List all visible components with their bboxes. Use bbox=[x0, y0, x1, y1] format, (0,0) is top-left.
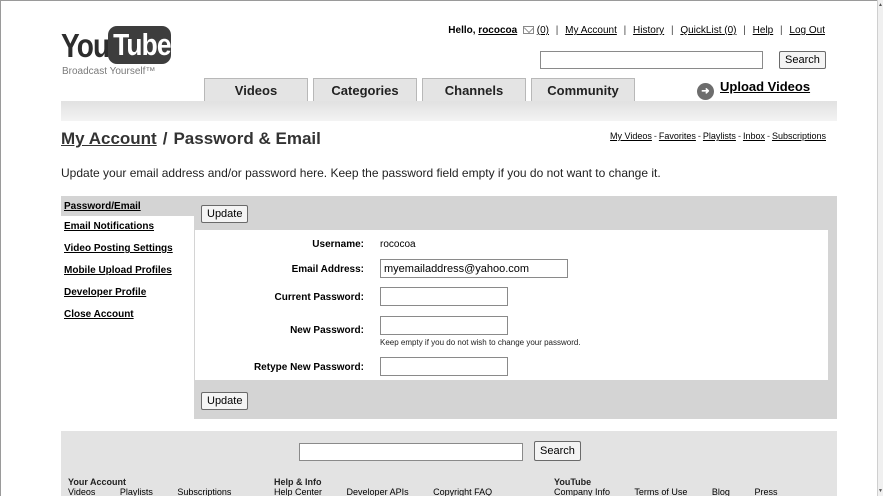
new-password-hint: Keep empty if you do not wish to change … bbox=[380, 338, 581, 347]
separator: - bbox=[653, 131, 657, 141]
separator: | bbox=[670, 25, 674, 36]
footer-search-input[interactable] bbox=[299, 443, 523, 461]
youtube-logo[interactable]: You Tube Broadcast Yourself™ bbox=[61, 23, 181, 83]
my-account-link[interactable]: My Account bbox=[565, 25, 617, 36]
user-nav: Hello, rococoa (0) | My Account | Histor… bbox=[448, 25, 825, 36]
footer-link-company-info[interactable]: Company Info bbox=[554, 487, 610, 496]
quicklist-count: (0) bbox=[724, 25, 737, 36]
username-value: rococoa bbox=[380, 239, 416, 250]
upload-videos-label: Upload Videos bbox=[720, 79, 811, 94]
vertical-scrollbar[interactable]: ▲ ▼ bbox=[877, 0, 883, 496]
tab-community[interactable]: Community bbox=[531, 78, 635, 101]
inbox-count-link[interactable]: (0) bbox=[537, 25, 549, 36]
email-field[interactable] bbox=[380, 259, 568, 278]
page-heading: Password & Email bbox=[173, 129, 321, 148]
update-button-top[interactable]: Update bbox=[201, 205, 249, 223]
password-email-panel: Update Username: rococoa Email Address: … bbox=[194, 196, 837, 419]
username-label: Username: bbox=[312, 239, 364, 250]
update-button-bottom[interactable]: Update bbox=[201, 392, 249, 410]
sidebar-item-password-email[interactable]: Password/Email bbox=[61, 196, 194, 216]
quick-link-inbox[interactable]: Inbox bbox=[743, 131, 765, 141]
intro-text: Update your email address and/or passwor… bbox=[61, 166, 661, 180]
footer-column-help-info: Help & Info Help Center Developer APIs C… bbox=[274, 477, 514, 496]
footer-column-your-account: Your Account Videos Playlists Subscripti… bbox=[68, 477, 253, 496]
footer-link-terms-of-use[interactable]: Terms of Use bbox=[634, 487, 687, 496]
new-password-label: New Password: bbox=[290, 325, 364, 336]
footer-heading: Your Account bbox=[68, 477, 126, 487]
footer-link-copyright-faq[interactable]: Copyright FAQ bbox=[433, 487, 492, 496]
sidebar-item-mobile-upload-profiles[interactable]: Mobile Upload Profiles bbox=[61, 260, 194, 282]
history-link[interactable]: History bbox=[633, 25, 664, 36]
logo-tagline: Broadcast Yourself™ bbox=[62, 66, 156, 77]
retype-password-label: Retype New Password: bbox=[253, 362, 364, 373]
separator: - bbox=[766, 131, 770, 141]
header-search-input[interactable] bbox=[540, 51, 763, 69]
current-password-label: Current Password: bbox=[274, 292, 364, 303]
tab-channels[interactable]: Channels bbox=[422, 78, 526, 101]
quick-link-playlists[interactable]: Playlists bbox=[703, 131, 736, 141]
separator: | bbox=[623, 25, 627, 36]
upload-arrow-icon: ➜ bbox=[697, 83, 714, 100]
quicklist-link[interactable]: QuickList (0) bbox=[680, 25, 736, 36]
account-sidebar: Password/Email Email Notifications Video… bbox=[61, 196, 194, 326]
footer-link-subscriptions[interactable]: Subscriptions bbox=[177, 487, 231, 496]
logo-you-text: You bbox=[61, 27, 110, 64]
footer-link-playlists[interactable]: Playlists bbox=[120, 487, 153, 496]
logo-tube-box: Tube bbox=[108, 26, 172, 64]
footer-heading: YouTube bbox=[554, 477, 592, 487]
quicklist-label: QuickList bbox=[680, 25, 722, 36]
mail-icon[interactable] bbox=[522, 26, 534, 34]
scroll-down-icon[interactable]: ▼ bbox=[878, 488, 883, 494]
footer-link-press[interactable]: Press bbox=[754, 487, 777, 496]
separator: | bbox=[743, 25, 746, 36]
current-password-field[interactable] bbox=[380, 287, 508, 306]
tab-videos[interactable]: Videos bbox=[204, 78, 308, 101]
form-body: Username: rococoa Email Address: Current… bbox=[195, 230, 828, 380]
quick-links: My Videos - Favorites - Playlists - Inbox - Subs… bbox=[610, 131, 826, 141]
quick-link-favorites[interactable]: Favorites bbox=[659, 131, 696, 141]
quick-link-subscriptions[interactable]: Subscriptions bbox=[772, 131, 826, 141]
greeting: Hello, bbox=[448, 25, 476, 36]
browser-viewport: You Tube Broadcast Yourself™ Hello, roco… bbox=[0, 0, 877, 496]
retype-password-field[interactable] bbox=[380, 357, 508, 376]
separator: | bbox=[555, 25, 559, 36]
my-account-breadcrumb[interactable]: My Account bbox=[61, 129, 157, 148]
username-link[interactable]: rococoa bbox=[478, 25, 517, 36]
footer-column-youtube: YouTube Company Info Terms of Use Blog P… bbox=[554, 477, 799, 496]
page-title: My Account / Password & Email bbox=[61, 129, 321, 149]
footer-heading: Help & Info bbox=[274, 477, 322, 487]
help-link[interactable]: Help bbox=[753, 25, 774, 36]
logout-link[interactable]: Log Out bbox=[789, 25, 825, 36]
footer-link-videos[interactable]: Videos bbox=[68, 487, 95, 496]
email-label: Email Address: bbox=[291, 264, 364, 275]
separator: | bbox=[780, 25, 783, 36]
footer-search-button[interactable]: Search bbox=[534, 441, 581, 461]
breadcrumb-separator: / bbox=[162, 129, 168, 148]
upload-videos-link[interactable]: ➜ Upload Videos bbox=[697, 79, 810, 100]
footer-link-developer-apis[interactable]: Developer APIs bbox=[347, 487, 409, 496]
sidebar-item-email-notifications[interactable]: Email Notifications bbox=[61, 216, 194, 238]
scroll-up-icon[interactable]: ▲ bbox=[878, 2, 883, 8]
quick-link-my-videos[interactable]: My Videos bbox=[610, 131, 652, 141]
sidebar-item-video-posting-settings[interactable]: Video Posting Settings bbox=[61, 238, 194, 260]
tab-categories[interactable]: Categories bbox=[313, 78, 417, 101]
new-password-field[interactable] bbox=[380, 316, 508, 335]
header-search-button[interactable]: Search bbox=[779, 51, 826, 69]
footer-link-help-center[interactable]: Help Center bbox=[274, 487, 322, 496]
sidebar-item-developer-profile[interactable]: Developer Profile bbox=[61, 282, 194, 304]
separator: - bbox=[697, 131, 701, 141]
logo-tube-text: Tube bbox=[113, 27, 171, 62]
separator: - bbox=[737, 131, 741, 141]
nav-band bbox=[61, 101, 837, 121]
sidebar-item-close-account[interactable]: Close Account bbox=[61, 304, 194, 326]
footer-link-blog[interactable]: Blog bbox=[712, 487, 730, 496]
footer: Search Your Account Videos Playlists Sub… bbox=[61, 431, 837, 496]
